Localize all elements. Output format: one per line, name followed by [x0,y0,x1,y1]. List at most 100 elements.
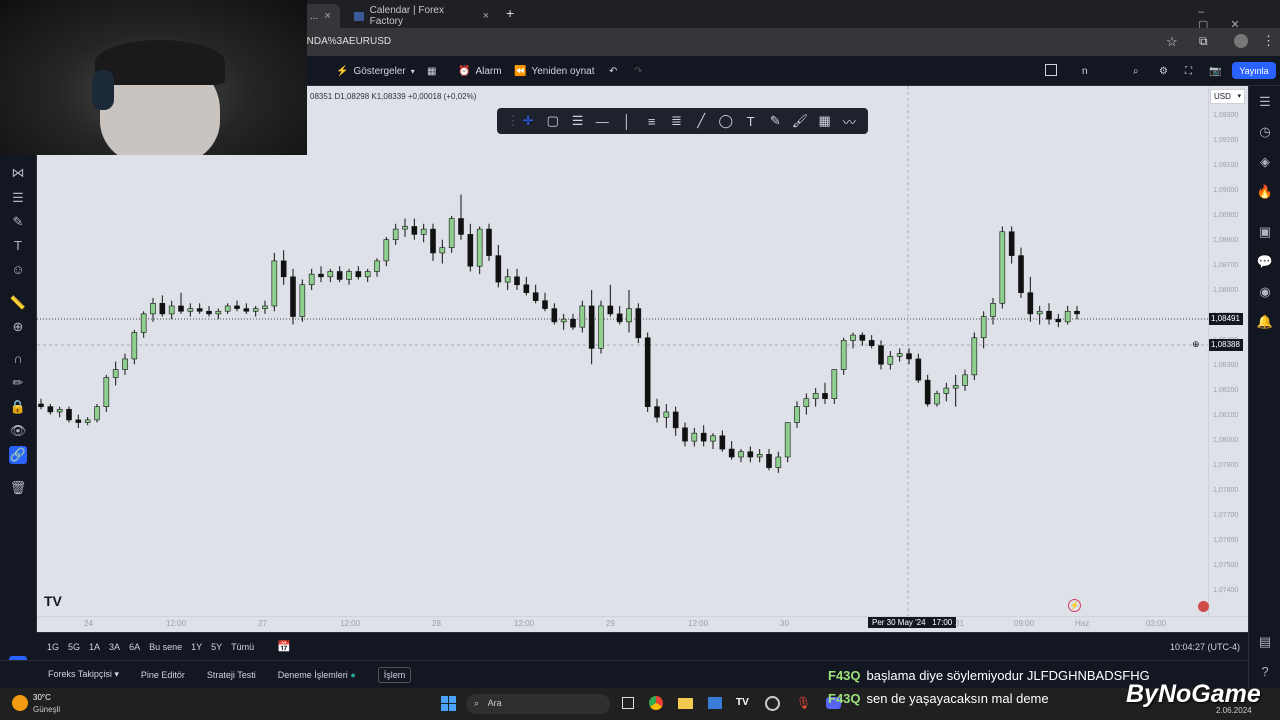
goto-date-icon[interactable]: 📅 [277,640,291,653]
parallel-channel-icon[interactable]: ≡ [643,114,661,129]
range-1y[interactable]: 1Y [191,642,202,652]
range-all[interactable]: Tümü [231,642,254,652]
taskbar-search-box[interactable]: ⌕ Ara [466,694,610,714]
weather-temp[interactable]: 30°C [33,693,51,702]
calendar-icon[interactable]: ▣ [1256,224,1274,242]
tab-strategy-tester[interactable]: Strateji Testi [207,670,256,680]
new-tab-button[interactable]: + [506,5,514,21]
publish-button[interactable]: Yayınla [1232,62,1276,79]
alarm-button[interactable]: ⏰ Alarm [458,56,502,86]
layouts-icon[interactable]: ▦ [427,56,436,86]
currency-selector[interactable]: USD ▾ [1210,89,1245,104]
layout-square-icon[interactable] [1045,64,1057,76]
candle-body-up [598,305,604,349]
tab-trade[interactable]: İşlem [377,666,412,683]
magnet-icon[interactable]: ∩ [9,350,27,368]
layers-icon[interactable]: ◈ [1256,154,1274,172]
trash-icon[interactable]: 🗑 [9,479,27,497]
range-5g[interactable]: 5G [68,642,80,652]
search-icon[interactable]: ⌕ [1133,56,1139,86]
browser-menu-icon[interactable]: ⋮ [1262,33,1275,49]
ellipse-tool-icon[interactable]: ◯ [717,113,735,129]
brush-tool-icon[interactable]: 🖌 [791,113,809,129]
profile-avatar[interactable] [1234,34,1248,48]
drag-handle-icon[interactable]: ⋮ [506,113,519,129]
broadcast-icon[interactable]: ◉ [1256,284,1274,302]
chart-pane[interactable] [37,86,1248,616]
range-5y[interactable]: 5Y [211,642,222,652]
fib-channel-icon[interactable]: ☰ [569,113,587,129]
horizontal-line-icon[interactable]: — [593,114,611,129]
brush-tool-icon[interactable]: ✎ [9,213,27,231]
path-tool-icon[interactable]: 〰 [840,112,858,131]
camera-icon[interactable]: 📷 [1209,56,1221,86]
settings-gear-icon[interactable]: ⚙ [1159,56,1168,86]
range-ytd[interactable]: Bu sene [149,642,182,652]
obs-icon[interactable] [765,696,780,711]
drawing-mode-icon[interactable]: ✏ [9,374,27,392]
indicators-button[interactable]: ⚡ Göstergeler ▾ [336,56,415,86]
extensions-icon[interactable]: ⧉ [1199,34,1208,49]
task-view-icon[interactable] [622,697,634,709]
fib-tool-icon[interactable]: ☰ [9,189,27,207]
weather-sun-icon[interactable] [12,695,28,711]
tab-stock-screener[interactable]: Foreks Takipçisi ▾ [48,669,119,680]
ruler-icon[interactable]: 📏 [9,294,27,312]
economic-event-flag-icon[interactable] [1198,601,1209,612]
zoom-in-icon[interactable]: ⊕ [9,318,27,336]
range-1a[interactable]: 1A [89,642,100,652]
url-field[interactable]: ANDA%3AEURUSD [300,36,391,47]
fullscreen-icon[interactable]: ⛶ [1185,56,1192,86]
time-axis[interactable] [37,616,1248,632]
trend-line-icon[interactable]: ╱ [692,113,710,129]
grid-tool-icon[interactable]: ▦ [816,113,834,129]
add-alert-plus-icon[interactable]: ⊕ [1192,339,1200,350]
watchlist-icon[interactable]: ☰ [1256,94,1274,112]
eye-icon[interactable]: 👁 [9,422,27,440]
browser-tab-forexfactory[interactable]: Calendar | Forex Factory × [344,4,499,28]
text-tool-icon[interactable]: T [742,114,760,129]
candle-body-down [542,300,548,309]
candle-body-down [523,284,530,293]
pencil-tool-icon[interactable]: ✎ [766,113,784,129]
lock-icon[interactable]: 🔒 [9,398,27,416]
bookmark-star-icon[interactable]: ☆ [1166,34,1178,50]
candle [420,223,427,243]
store-icon[interactable] [708,697,722,709]
weather-label[interactable]: Güneşli [33,705,60,714]
tab-pine-editor[interactable]: Pine Editör [141,670,185,680]
pattern-tool-icon[interactable]: ⋈ [9,164,27,182]
fib-retracement-icon[interactable]: ≣ [667,113,685,129]
candle [327,268,334,283]
replay-button[interactable]: ⏪ Yeniden oynat [514,56,594,86]
file-explorer-icon[interactable] [678,698,693,709]
interval-label[interactable]: n [1082,56,1088,86]
candle-body-up [691,432,698,442]
undo-icon[interactable]: ↶ [609,56,617,86]
tab-close-icon[interactable]: × [483,10,489,22]
microphone-icon[interactable]: 🎙 [796,696,811,710]
windows-start-icon[interactable] [441,696,456,711]
notifications-bell-icon[interactable]: 🔔 [1256,314,1274,332]
crosshair-icon[interactable]: ✛ [519,113,537,129]
candle [439,239,446,264]
range-3a[interactable]: 3A [109,642,120,652]
rectangle-tool-icon[interactable]: ▢ [544,113,562,129]
chrome-icon[interactable] [649,696,663,710]
link-icon[interactable]: 🔗 [9,446,27,464]
calendar-bottom-icon[interactable]: ▤ [1256,634,1274,652]
tab-paper-trading[interactable]: Deneme İşlemleri ● [278,670,356,680]
vertical-line-icon[interactable]: │ [618,114,636,129]
alerts-clock-icon[interactable]: ◷ [1256,124,1274,142]
redo-icon[interactable]: ↷ [634,56,642,86]
event-lightning-icon[interactable]: ⚡ [1068,599,1081,612]
tradingview-app-icon[interactable]: TV [736,697,749,708]
text-tool-icon[interactable]: T [9,237,27,255]
range-1g[interactable]: 1G [47,642,59,652]
range-6a[interactable]: 6A [129,642,140,652]
emoji-tool-icon[interactable]: ☺ [9,261,27,279]
hotlist-flame-icon[interactable]: 🔥 [1256,184,1274,202]
chat-icon[interactable]: 💬 [1256,254,1274,272]
candle-body-up [775,456,782,468]
tab-close-icon[interactable]: × [324,10,330,22]
